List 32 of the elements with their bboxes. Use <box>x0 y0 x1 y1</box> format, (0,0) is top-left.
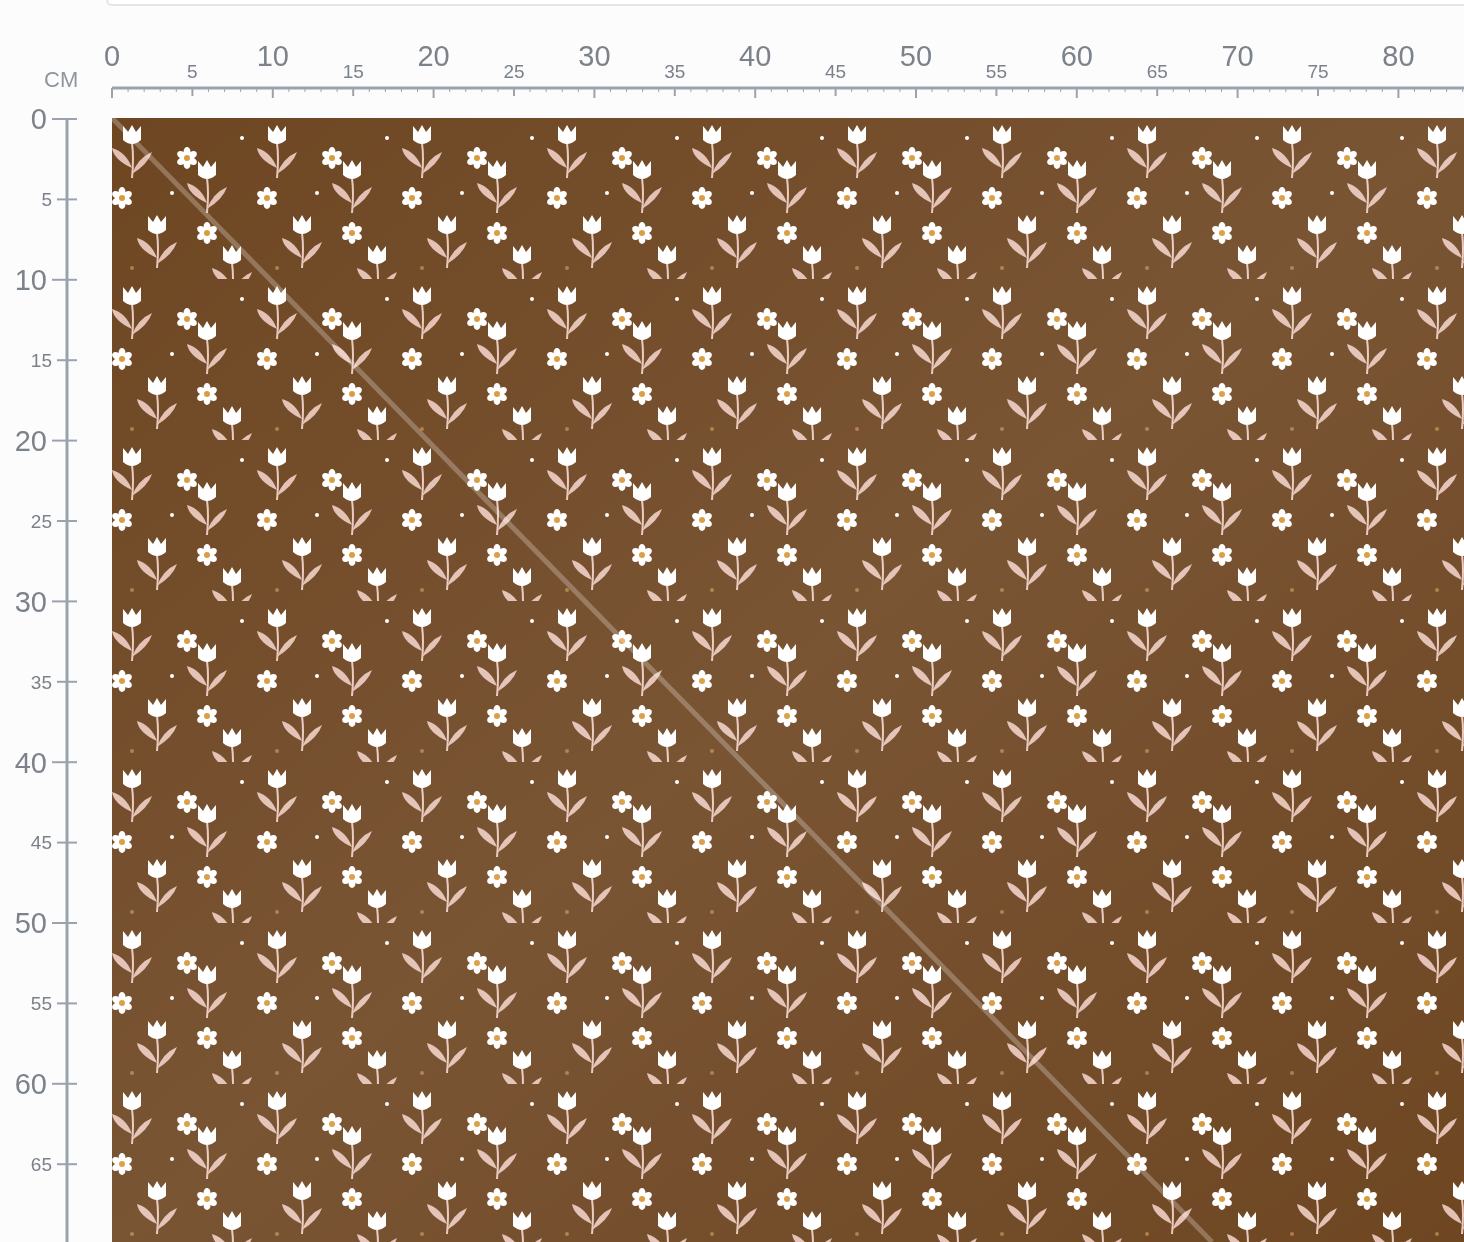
ruler-label: 30 <box>14 585 47 618</box>
ruler-label: 65 <box>30 1154 52 1176</box>
ruler-label: 35 <box>664 61 686 82</box>
ruler-label: 5 <box>41 189 52 211</box>
ruler-label: 15 <box>30 350 52 372</box>
ruler-label: 30 <box>578 40 611 72</box>
ruler-label: 50 <box>14 907 47 940</box>
ruler-label: 45 <box>30 832 52 854</box>
ruler-label: 60 <box>1060 40 1093 72</box>
ruler-label: 25 <box>30 510 52 532</box>
ruler-label: 20 <box>14 425 47 458</box>
ruler-label: 50 <box>899 40 933 72</box>
ruler-label: 5 <box>187 61 198 82</box>
ruler-label: 35 <box>30 671 52 693</box>
ruler-label: 60 <box>14 1068 47 1101</box>
ruler-label: 70 <box>1221 40 1254 72</box>
ruler-label: 25 <box>503 61 525 82</box>
ruler-label: 55 <box>985 61 1007 82</box>
ruler-label: 10 <box>256 40 289 72</box>
ruler-label: 0 <box>103 40 121 72</box>
ruler-unit: CM <box>44 67 79 92</box>
ruler-label: 55 <box>30 993 52 1015</box>
ruler-label: 40 <box>739 40 772 72</box>
ruler-label: 65 <box>1146 61 1168 82</box>
ruler-label: 75 <box>1307 61 1329 82</box>
ruler-label: 20 <box>417 40 450 72</box>
ruler-label: 0 <box>30 106 47 136</box>
ruler-label: 40 <box>14 746 47 779</box>
ruler-label: 10 <box>14 264 47 297</box>
ruler-label: 45 <box>825 61 847 82</box>
ruler-label: 80 <box>1382 40 1415 72</box>
ruler-label: 15 <box>342 61 364 82</box>
